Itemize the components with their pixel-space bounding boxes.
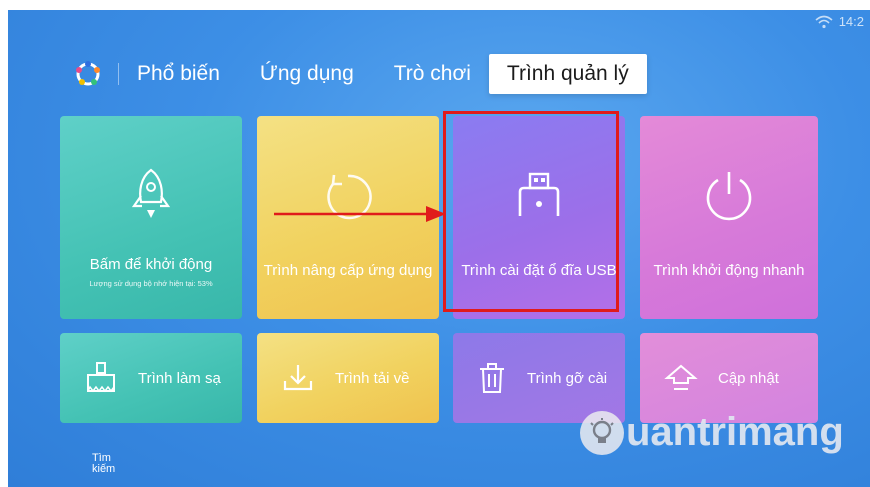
- download-icon: [283, 365, 313, 391]
- tile-quickboot[interactable]: Trình khởi động nhanh: [640, 116, 818, 319]
- tab-trinh-quan-ly[interactable]: Trình quản lý: [488, 54, 647, 94]
- tab-tro-choi[interactable]: Trò chơi: [394, 62, 471, 86]
- top-nav: Phổ biến Ứng dụng Trò chơi Trình quản lý: [72, 54, 687, 94]
- search-button[interactable]: Tìm kiếm: [92, 453, 115, 475]
- highlight-box: [443, 111, 619, 312]
- watermark-bulb-icon: [580, 410, 624, 455]
- watermark-text: uantrimang: [626, 410, 844, 454]
- rocket-icon: [131, 168, 171, 218]
- clock-text: 14:2: [838, 14, 864, 29]
- tile-upgrade-label: Trình nâng cấp ứng dụng: [263, 262, 433, 279]
- logo-icon: [72, 58, 104, 90]
- tile-clean-label: Trình làm sạ: [138, 369, 221, 387]
- tab-ung-dung[interactable]: Ứng dụng: [260, 62, 354, 86]
- memory-usage-text: Lượng sử dụng bộ nhớ hiện tại: 53%: [89, 279, 213, 288]
- tile-quickboot-label: Trình khởi động nhanh: [653, 262, 805, 279]
- tile-clean[interactable]: Trình làm sạ: [60, 333, 242, 423]
- search-label-line2: kiếm: [92, 463, 116, 475]
- tile-launch-label: Bấm để khởi động: [89, 256, 213, 273]
- tile-update-label: Cập nhật: [718, 369, 779, 387]
- tv-screen: 14:2 Phổ biến Ứng dụng Trò chơi Trình qu…: [8, 10, 870, 487]
- wifi-icon: [815, 15, 833, 28]
- watermark: uantrimang: [580, 410, 844, 455]
- update-icon: [664, 364, 698, 390]
- broom-icon: [87, 362, 115, 393]
- trash-icon: [480, 363, 504, 393]
- divider: [118, 63, 119, 85]
- tile-launch[interactable]: Bấm để khởi động Lượng sử dụng bộ nhớ hi…: [60, 116, 242, 319]
- arrow-icon: [274, 206, 446, 222]
- power-icon: [706, 172, 752, 221]
- tab-pho-bien[interactable]: Phổ biến: [137, 62, 220, 86]
- tile-download-label: Trình tải về: [335, 369, 410, 387]
- status-bar: 14:2: [815, 14, 864, 29]
- tile-download[interactable]: Trình tải về: [257, 333, 439, 423]
- tile-uninstall-label: Trình gỡ cài: [527, 369, 608, 387]
